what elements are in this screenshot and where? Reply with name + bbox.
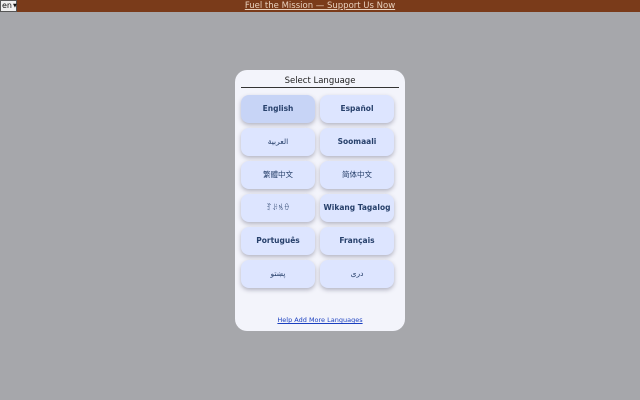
language-button-simplified-chinese[interactable]: 简体中文 [320,161,394,189]
language-button-english[interactable]: English [241,95,315,123]
language-button-traditional-chinese[interactable]: 繁體中文 [241,161,315,189]
language-button-arabic[interactable]: العربية [241,128,315,156]
help-add-languages-link[interactable]: Help Add More Languages [235,316,405,324]
locale-value: en [2,1,12,10]
language-button-tagalog[interactable]: Wikang Tagalog [320,194,394,222]
language-grid: English Español العربية Soomaali 繁體中文 简体… [241,95,395,288]
language-button-pashto[interactable]: پښتو [241,260,315,288]
language-button-spanish[interactable]: Español [320,95,394,123]
locale-dropdown[interactable]: en ▼ [0,0,17,12]
language-button-portuguese[interactable]: Português [241,227,315,255]
modal-title: Select Language [241,76,399,88]
language-button-somali[interactable]: Soomaali [320,128,394,156]
support-banner: Fuel the Mission — Support Us Now [0,0,640,12]
language-button-dari[interactable]: دری [320,260,394,288]
language-button-french[interactable]: Français [320,227,394,255]
language-button-yi[interactable]: ꆈꌠꁱꂷ [241,194,315,222]
chevron-down-icon: ▼ [13,3,17,9]
support-link[interactable]: Fuel the Mission — Support Us Now [245,0,395,12]
language-modal: Select Language English Español العربية … [235,70,405,331]
